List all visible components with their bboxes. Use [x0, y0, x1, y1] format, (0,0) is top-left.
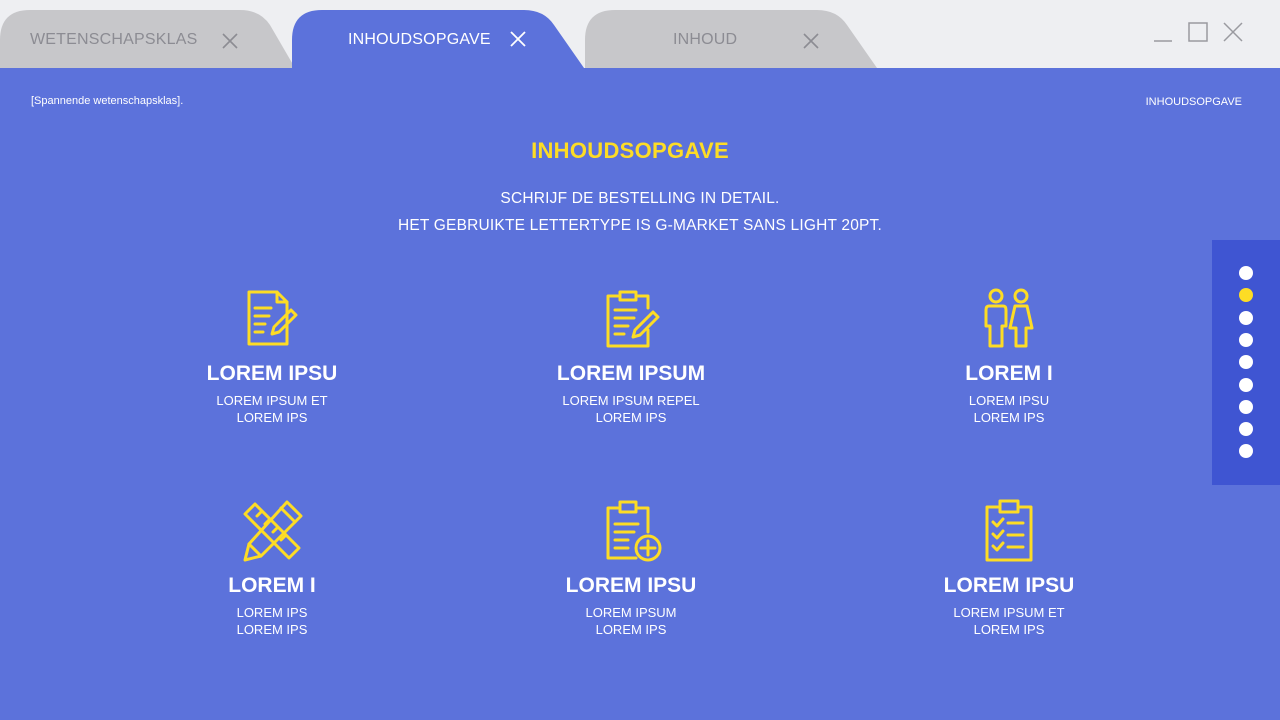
- item-desc-line: LOREM IPSUM ET: [953, 605, 1065, 620]
- item-desc: LOREM IPSUM LOREM IPS: [501, 604, 761, 638]
- content-area: [Spannende wetenschapsklas]. INHOUDSOPGA…: [0, 68, 1280, 720]
- item-desc-line: LOREM IPS: [595, 622, 667, 637]
- item-desc-line: LOREM IPS: [236, 622, 308, 637]
- toc-item-6[interactable]: LOREM IPSU LOREM IPSUM ET LOREM IPS: [879, 498, 1139, 638]
- item-title: LOREM IPSU: [206, 362, 338, 385]
- pagination-dot[interactable]: [1239, 422, 1253, 437]
- item-desc: LOREM IPSUM ET LOREM IPS: [142, 392, 402, 426]
- pencil-ruler-icon: [243, 500, 303, 562]
- clipboard-edit-icon: [606, 290, 660, 348]
- item-desc: LOREM IPS LOREM IPS: [142, 604, 402, 638]
- subtitle-line-1: SCHRIJF DE BESTELLING IN DETAIL.: [500, 190, 780, 207]
- item-desc: LOREM IPSUM REPEL LOREM IPS: [501, 392, 761, 426]
- item-desc: LOREM IPSUM ET LOREM IPS: [879, 604, 1139, 638]
- toc-item-1[interactable]: LOREM IPSU LOREM IPSUM ET LOREM IPS: [142, 286, 402, 426]
- tab-inhoud[interactable]: INHOUD: [585, 10, 885, 70]
- item-desc-line: LOREM IPS: [595, 410, 667, 425]
- section-label: INHOUDSOPGAVE: [1145, 96, 1242, 108]
- item-title: LOREM I: [965, 362, 1053, 385]
- item-title: LOREM IPSUM: [556, 362, 706, 385]
- window-close-icon[interactable]: [1221, 20, 1245, 44]
- close-icon[interactable]: [802, 32, 820, 50]
- subtitle-line-2: HET GEBRUIKTE LETTERTYPE IS G-MARKET SAN…: [397, 217, 883, 234]
- close-icon[interactable]: [509, 30, 527, 48]
- pagination-dot[interactable]: [1239, 266, 1253, 280]
- pagination-dot[interactable]: [1239, 399, 1253, 414]
- item-desc-line: LOREM IPSUM REPEL: [562, 393, 700, 408]
- people-icon: [984, 288, 1034, 348]
- item-title: LOREM IPSU: [943, 574, 1075, 597]
- item-desc-line: LOREM IPSUM: [585, 605, 677, 620]
- item-desc: LOREM IPSU LOREM IPS: [879, 392, 1139, 426]
- close-icon[interactable]: [221, 32, 239, 50]
- toc-item-3[interactable]: LOREM I LOREM IPSU LOREM IPS: [879, 286, 1139, 426]
- pagination-panel: [1212, 240, 1280, 485]
- minimize-icon[interactable]: [1151, 20, 1175, 44]
- pagination-dot[interactable]: [1239, 288, 1253, 303]
- clipboard-add-icon: [606, 500, 662, 562]
- maximize-icon[interactable]: [1186, 20, 1210, 44]
- item-desc-line: LOREM IPS: [973, 622, 1045, 637]
- item-desc-line: LOREM IPSU: [968, 393, 1050, 408]
- toc-item-5[interactable]: LOREM IPSU LOREM IPSUM LOREM IPS: [501, 498, 761, 638]
- toc-item-2[interactable]: LOREM IPSUM LOREM IPSUM REPEL LOREM IPS: [501, 286, 761, 426]
- pagination-dot[interactable]: [1239, 355, 1253, 370]
- tab-label: WETENSCHAPSKLAS: [30, 31, 198, 48]
- item-title: LOREM IPSU: [565, 574, 697, 597]
- tab-label: INHOUDSOPGAVE: [348, 31, 491, 48]
- title-bar: WETENSCHAPSKLAS INHOUDSOPGAVE INHOUD: [0, 0, 1280, 68]
- document-edit-icon: [247, 290, 298, 346]
- tab-wetenschapsklas[interactable]: WETENSCHAPSKLAS: [0, 10, 300, 70]
- breadcrumb: [Spannende wetenschapsklas].: [31, 95, 184, 107]
- checklist-icon: [985, 499, 1033, 562]
- pagination-dot[interactable]: [1239, 310, 1253, 325]
- tab-inhoudsopgave[interactable]: INHOUDSOPGAVE: [292, 10, 592, 70]
- pagination-dot[interactable]: [1239, 377, 1253, 392]
- toc-item-4[interactable]: LOREM I LOREM IPS LOREM IPS: [142, 498, 402, 638]
- tab-label: INHOUD: [673, 31, 738, 48]
- pagination-dot[interactable]: [1239, 332, 1253, 347]
- item-desc-line: LOREM IPSUM ET: [216, 393, 328, 408]
- item-desc-line: LOREM IPS: [236, 410, 308, 425]
- item-desc-line: LOREM IPS: [973, 410, 1045, 425]
- page-title: INHOUDSOPGAVE: [531, 138, 729, 163]
- item-desc-line: LOREM IPS: [236, 605, 308, 620]
- pagination-dot[interactable]: [1239, 444, 1253, 459]
- item-title: LOREM I: [228, 574, 316, 597]
